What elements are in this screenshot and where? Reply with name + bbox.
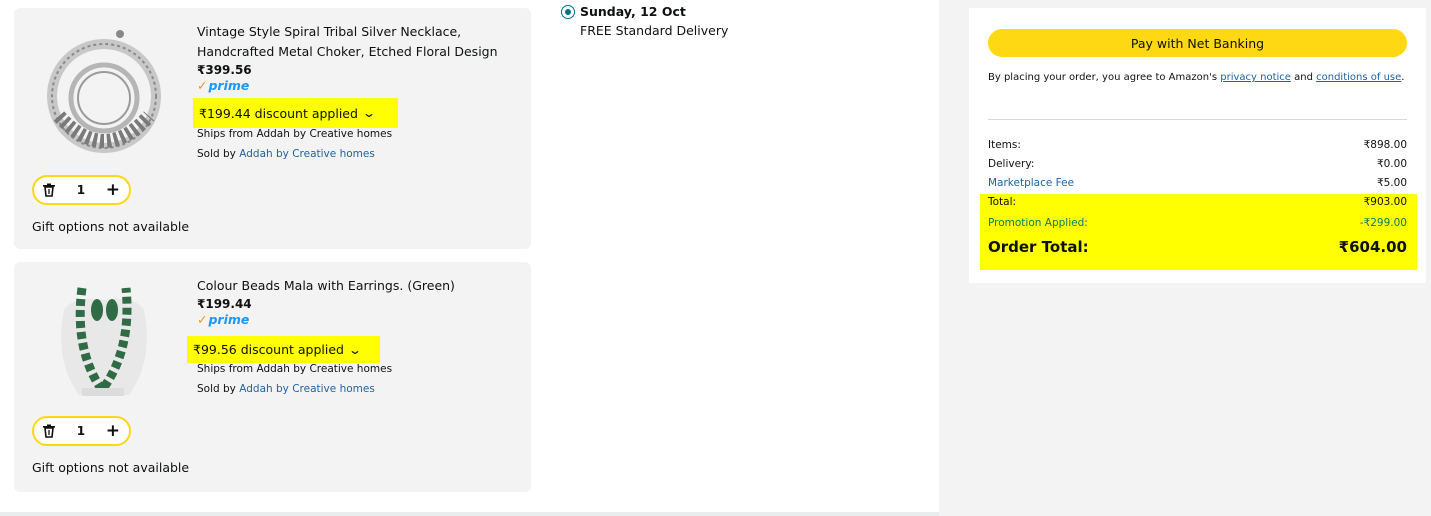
cart-item-card: Colour Beads Mala with Earrings. (Green)…	[14, 262, 531, 492]
summary-row-total: Total: ₹903.00	[988, 196, 1407, 208]
summary-divider	[988, 119, 1407, 120]
agreement-and: and	[1294, 72, 1313, 83]
product-title[interactable]: Colour Beads Mala with Earrings. (Green)	[197, 276, 517, 296]
prime-check-icon: ✓	[197, 312, 208, 327]
gift-options-note: Gift options not available	[32, 460, 190, 475]
delivery-type: FREE Standard Delivery	[580, 23, 729, 38]
promotion-label: Promotion Applied:	[988, 217, 1088, 229]
sold-by: Sold by Addah by Creative homes	[197, 383, 375, 395]
order-total-value: ₹604.00	[1338, 238, 1407, 256]
ships-from: Ships from Addah by Creative homes	[197, 363, 393, 375]
trash-icon[interactable]	[42, 424, 56, 438]
order-total-label: Order Total:	[988, 238, 1089, 256]
summary-row-marketplace-fee: Marketplace Fee ₹5.00	[988, 177, 1407, 189]
discount-label: ₹199.44 discount applied	[199, 105, 358, 121]
sold-by: Sold by Addah by Creative homes	[197, 148, 375, 160]
quantity-stepper: 1 +	[32, 416, 131, 446]
discount-applied-toggle[interactable]: ₹199.44 discount applied ⌄	[193, 98, 398, 128]
radio-selected-icon[interactable]	[561, 5, 575, 19]
trash-icon[interactable]	[42, 183, 56, 197]
cart-item-card: Vintage Style Spiral Tribal Silver Neckl…	[14, 8, 531, 249]
total-label: Total:	[988, 196, 1017, 208]
product-image-necklace[interactable]	[34, 16, 174, 156]
order-summary-panel: Pay with Net Banking By placing your ord…	[969, 8, 1426, 283]
gift-options-note: Gift options not available	[32, 219, 190, 234]
chevron-down-icon: ⌄	[347, 342, 363, 357]
summary-row-order-total: Order Total: ₹604.00	[988, 238, 1407, 256]
plus-icon[interactable]: +	[106, 422, 120, 440]
sold-by-label: Sold by	[197, 383, 236, 395]
bottom-divider	[0, 512, 939, 516]
product-title[interactable]: Vintage Style Spiral Tribal Silver Neckl…	[197, 22, 517, 62]
promotion-value: -₹299.00	[1359, 217, 1407, 229]
privacy-notice-link[interactable]: privacy notice	[1220, 72, 1291, 83]
summary-row-promotion: Promotion Applied: -₹299.00	[988, 217, 1407, 229]
delivery-date: Sunday, 12 Oct	[580, 4, 686, 19]
product-info: Colour Beads Mala with Earrings. (Green)…	[197, 276, 517, 327]
agreement-period: .	[1401, 72, 1405, 83]
seller-link[interactable]: Addah by Creative homes	[239, 148, 375, 160]
prime-badge: ✓ prime	[197, 78, 517, 93]
summary-row-items: Items: ₹898.00	[988, 139, 1407, 151]
discount-label: ₹99.56 discount applied	[193, 342, 344, 357]
ships-from: Ships from Addah by Creative homes	[197, 128, 393, 140]
total-value: ₹903.00	[1363, 196, 1407, 208]
conditions-of-use-link[interactable]: conditions of use	[1316, 72, 1401, 83]
product-info: Vintage Style Spiral Tribal Silver Neckl…	[197, 22, 517, 93]
quantity-stepper: 1 +	[32, 175, 131, 205]
prime-check-icon: ✓	[197, 78, 208, 93]
prime-label: prime	[208, 78, 250, 93]
items-value: ₹898.00	[1363, 139, 1407, 151]
chevron-down-icon: ⌄	[361, 106, 377, 120]
prime-label: prime	[208, 312, 250, 327]
product-image-bead-mala[interactable]	[34, 270, 174, 410]
prime-badge: ✓ prime	[197, 312, 517, 327]
seller-link[interactable]: Addah by Creative homes	[239, 383, 375, 395]
quantity-value: 1	[76, 183, 86, 197]
plus-icon[interactable]: +	[106, 181, 120, 199]
quantity-value: 1	[76, 424, 86, 438]
sold-by-label: Sold by	[197, 148, 236, 160]
cart-panel: Vintage Style Spiral Tribal Silver Neckl…	[0, 0, 939, 512]
items-label: Items:	[988, 139, 1021, 151]
pay-with-net-banking-button[interactable]: Pay with Net Banking	[988, 29, 1407, 57]
delivery-label: Delivery:	[988, 158, 1035, 170]
marketplace-fee-value: ₹5.00	[1376, 177, 1407, 189]
marketplace-fee-link[interactable]: Marketplace Fee	[988, 177, 1074, 189]
order-agreement-text: By placing your order, you agree to Amaz…	[988, 70, 1408, 85]
product-price: ₹199.44	[197, 297, 252, 311]
delivery-value: ₹0.00	[1376, 158, 1407, 170]
discount-applied-toggle[interactable]: ₹99.56 discount applied ⌄	[187, 336, 380, 363]
agreement-prefix: By placing your order, you agree to Amaz…	[988, 72, 1218, 83]
product-price: ₹399.56	[197, 63, 252, 77]
summary-row-delivery: Delivery: ₹0.00	[988, 158, 1407, 170]
